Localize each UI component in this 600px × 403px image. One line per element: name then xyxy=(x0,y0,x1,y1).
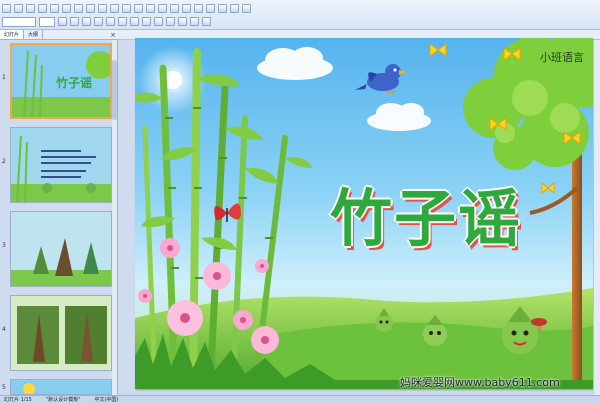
slide-number-2: 2 xyxy=(2,158,6,165)
slide-editor: 小班语言 竹子谣 xyxy=(118,30,600,395)
thumbnail-2-image xyxy=(11,128,111,202)
new-icon[interactable] xyxy=(2,4,11,13)
standard-toolbar xyxy=(2,2,251,15)
shape-icon[interactable] xyxy=(182,4,191,13)
slide-number-4: 4 xyxy=(2,326,6,333)
slide-canvas[interactable]: 小班语言 竹子谣 xyxy=(135,38,593,389)
picture-icon[interactable] xyxy=(206,4,215,13)
outdent-icon[interactable] xyxy=(202,17,211,26)
slide-number-5: 5 xyxy=(2,384,6,391)
site-watermark: 妈咪爱婴网www.baby611.com xyxy=(400,376,560,389)
slide-counter: 幻灯片 1/15 xyxy=(4,397,32,403)
status-bar: 幻灯片 1/15 "默认设计模板" 中文(中国) xyxy=(0,395,600,403)
italic-icon[interactable] xyxy=(70,17,79,26)
tab-outline[interactable]: 大纲 xyxy=(24,30,44,39)
increase-font-icon[interactable] xyxy=(166,17,175,26)
bullets-icon[interactable] xyxy=(154,17,163,26)
slide-subtitle[interactable]: 小班语言 xyxy=(540,49,584,65)
slide-number-1: 1 xyxy=(2,74,6,81)
slide-thumbnail-3[interactable] xyxy=(10,211,112,287)
print-icon[interactable] xyxy=(38,4,47,13)
decrease-font-icon[interactable] xyxy=(178,17,187,26)
zoom-icon[interactable] xyxy=(134,4,143,13)
open-icon[interactable] xyxy=(14,4,23,13)
language-indicator: 中文(中国) xyxy=(94,397,119,403)
save-icon[interactable] xyxy=(26,4,35,13)
thumbnail-1-title: 竹子谣 xyxy=(55,75,92,90)
slide-thumbnail-2[interactable] xyxy=(10,127,112,203)
table-icon[interactable] xyxy=(122,4,131,13)
shadow-icon[interactable] xyxy=(94,17,103,26)
align-left-icon[interactable] xyxy=(106,17,115,26)
slide-thumbnail-1[interactable]: 竹子谣 xyxy=(10,43,112,119)
toolbar xyxy=(0,0,600,30)
textbox-icon[interactable] xyxy=(194,4,203,13)
font-name-select[interactable] xyxy=(2,16,36,27)
butterfly-icon xyxy=(214,203,241,222)
numbering-icon[interactable] xyxy=(142,17,151,26)
copy-icon[interactable] xyxy=(62,4,71,13)
cloud xyxy=(367,103,431,131)
tab-slides[interactable]: 幻灯片 xyxy=(0,30,25,39)
align-center-icon[interactable] xyxy=(118,17,127,26)
editor-scrollbar[interactable] xyxy=(593,40,600,395)
font-size-select[interactable] xyxy=(39,16,55,27)
design-template-name: "默认设计模板" xyxy=(45,397,81,403)
cloud xyxy=(257,47,333,80)
fill-color-icon[interactable] xyxy=(218,4,227,13)
thumbnail-4-image xyxy=(11,296,111,370)
redo-icon[interactable] xyxy=(98,4,107,13)
slides-pane-scrollbar[interactable] xyxy=(112,40,117,395)
thumbnail-5-image xyxy=(11,381,111,394)
slide-thumbnail-5[interactable] xyxy=(10,379,112,395)
thumbnail-3-image xyxy=(11,212,111,286)
font-color-icon[interactable] xyxy=(242,4,251,13)
indent-icon[interactable] xyxy=(190,17,199,26)
help-icon[interactable] xyxy=(146,4,155,13)
draw-icon[interactable] xyxy=(158,4,167,13)
line-color-icon[interactable] xyxy=(230,4,239,13)
slide-title[interactable]: 竹子谣 xyxy=(330,168,522,258)
slide-thumbnail-4[interactable] xyxy=(10,295,112,371)
arrow-icon[interactable] xyxy=(170,4,179,13)
scrollbar-thumb[interactable] xyxy=(112,60,117,120)
close-icon[interactable]: × xyxy=(110,30,116,40)
align-right-icon[interactable] xyxy=(130,17,139,26)
pane-tabs: 幻灯片 大纲 × xyxy=(0,30,118,40)
chart-icon[interactable] xyxy=(110,4,119,13)
undo-icon[interactable] xyxy=(86,4,95,13)
bold-icon[interactable] xyxy=(58,17,67,26)
powerpoint-window: 幻灯片 大纲 × 1 竹子谣 2 3 4 5 小班语言 竹子谣 妈咪爱婴网www… xyxy=(0,0,600,403)
underline-icon[interactable] xyxy=(82,17,91,26)
formatting-toolbar xyxy=(2,15,211,28)
slides-pane: 幻灯片 大纲 × 1 竹子谣 2 3 4 5 xyxy=(0,30,118,395)
bird-icon xyxy=(355,64,407,93)
slide-number-3: 3 xyxy=(2,242,6,249)
paste-icon[interactable] xyxy=(74,4,83,13)
cut-icon[interactable] xyxy=(50,4,59,13)
thumbnail-1-image: 竹子谣 xyxy=(12,45,110,117)
